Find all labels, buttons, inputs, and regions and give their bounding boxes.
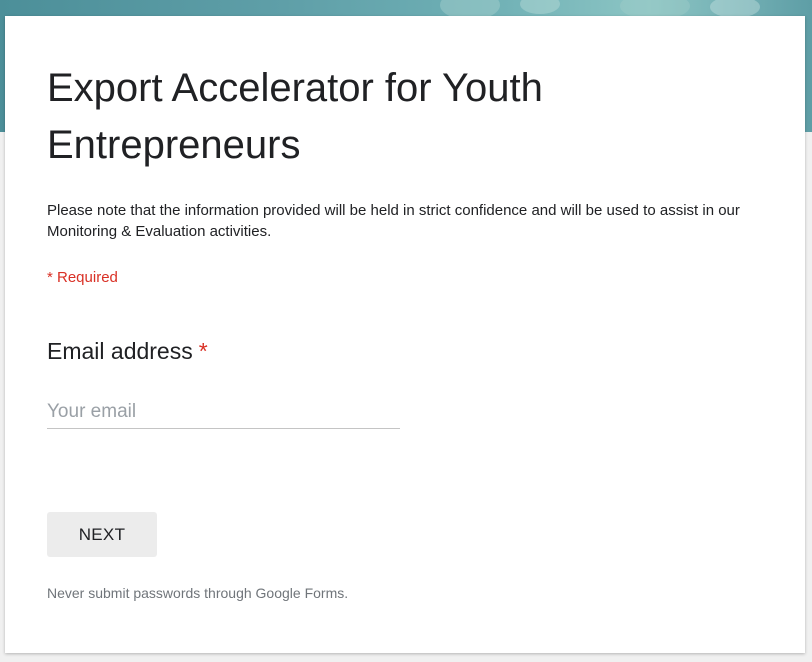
next-button[interactable]: NEXT [47,512,157,557]
required-note: * Required [47,269,118,286]
form-description: Please note that the information provide… [47,202,740,240]
question-label-text: Email address [47,338,193,364]
question-label: Email address * [47,338,208,365]
form-card: Export Accelerator for Youth Entrepreneu… [5,16,805,653]
required-asterisk: * [198,338,208,364]
form-title: Export Accelerator for Youth Entrepreneu… [47,66,543,167]
email-input[interactable] [47,396,400,429]
footer-password-warning: Never submit passwords through Google Fo… [47,585,349,601]
